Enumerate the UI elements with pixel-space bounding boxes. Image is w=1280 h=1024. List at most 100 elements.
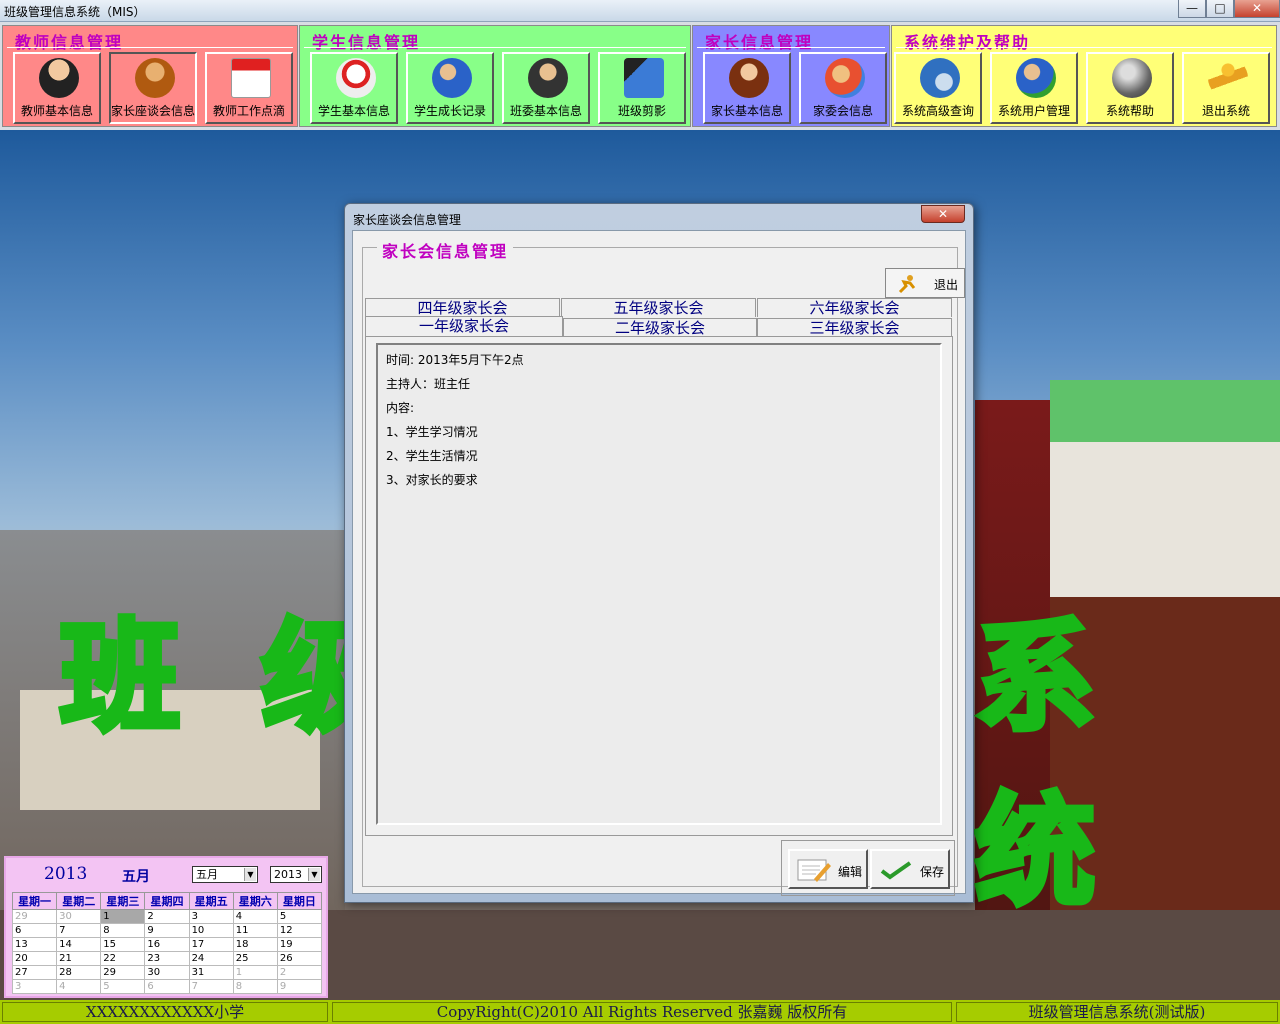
clapperboard-icon <box>624 58 664 98</box>
parent-meeting-button[interactable]: 家长座谈会信息 <box>109 52 197 124</box>
calendar-day[interactable]: 23 <box>144 951 190 966</box>
calendar-week: 20 21 22 23 24 25 26 <box>11 951 323 966</box>
calendar-day[interactable]: 29 <box>11 909 58 924</box>
calendar-day[interactable]: 15 <box>100 937 146 952</box>
teacher-notes-button[interactable]: 教师工作点滴 <box>205 52 293 124</box>
calendar-day[interactable]: 16 <box>144 937 190 952</box>
calendar-day[interactable]: 29 <box>100 965 146 980</box>
tab-grade4[interactable]: 四年级家长会 <box>365 298 560 317</box>
dialog-close-button[interactable]: ✕ <box>921 205 965 223</box>
calendar-day[interactable]: 3 <box>188 909 234 924</box>
exit-system-label: 退出系统 <box>1201 104 1250 118</box>
calendar-day[interactable]: 11 <box>232 923 278 938</box>
group-system-label: 系统维护及帮助 <box>904 33 1031 52</box>
status-copyright: CopyRight(C)2010 All Rights Reserved 张嘉巍… <box>332 1002 952 1022</box>
save-button[interactable]: 保存 <box>870 849 950 889</box>
teacher-info-button[interactable]: 教师基本信息 <box>13 52 101 124</box>
class-committee-button[interactable]: 班委基本信息 <box>502 52 590 124</box>
advanced-search-label: 系统高级查询 <box>901 104 974 118</box>
calendar-day[interactable]: 9 <box>144 923 190 938</box>
calendar-day[interactable]: 13 <box>11 937 58 952</box>
parent-meeting-dialog: 家长座谈会信息管理 ✕ 家长会信息管理 退出 四年级家长会 五年级家长会 六年级… <box>344 203 974 903</box>
advanced-search-button[interactable]: 系统高级查询 <box>894 52 982 124</box>
calendar-day[interactable]: 7 <box>56 923 102 938</box>
group-divider <box>7 47 293 48</box>
calendar-day[interactable]: 7 <box>188 979 234 994</box>
calendar-day[interactable]: 19 <box>276 937 323 952</box>
calendar-day[interactable]: 1 <box>100 909 146 924</box>
weekday-header: 星期六 <box>232 892 278 910</box>
calendar-day[interactable]: 9 <box>276 979 323 994</box>
calendar-day[interactable]: 3 <box>11 979 58 994</box>
calendar-day[interactable]: 6 <box>144 979 190 994</box>
calendar-day[interactable]: 8 <box>100 923 146 938</box>
calendar-day[interactable]: 2 <box>144 909 190 924</box>
parent-info-button[interactable]: 家长基本信息 <box>703 52 791 124</box>
calendar-day[interactable]: 5 <box>100 979 146 994</box>
content-line: 3、对家长的要求 <box>386 473 478 487</box>
tab-grade1[interactable]: 一年级家长会 <box>365 316 563 336</box>
help-button[interactable]: 系统帮助 <box>1086 52 1174 124</box>
group-system: 系统维护及帮助 系统高级查询 系统用户管理 系统帮助 退出系统 <box>891 25 1277 127</box>
chevron-down-icon[interactable]: ▼ <box>308 868 320 881</box>
student-info-button[interactable]: 学生基本信息 <box>310 52 398 124</box>
minimize-button[interactable]: — <box>1178 0 1206 18</box>
calendar-week: 27 28 29 30 31 1 2 <box>11 965 323 980</box>
calendar-day[interactable]: 26 <box>276 951 323 966</box>
calendar-day[interactable]: 1 <box>232 965 278 980</box>
calendar-day[interactable]: 27 <box>11 965 58 980</box>
tab-panel: 时间: 2013年5月下午2点 主持人：班主任 内容: 1、学生学习情况 2、学生生活情… <box>365 336 953 836</box>
class-photos-button[interactable]: 班级剪影 <box>598 52 686 124</box>
calendar-day[interactable]: 17 <box>188 937 234 952</box>
edit-button[interactable]: 编辑 <box>788 849 868 889</box>
parent-committee-button[interactable]: 家委会信息 <box>799 52 887 124</box>
user-management-button[interactable]: 系统用户管理 <box>990 52 1078 124</box>
parent-info-label: 家长基本信息 <box>710 104 783 118</box>
student-growth-button[interactable]: 学生成长记录 <box>406 52 494 124</box>
dialog-exit-button[interactable]: 退出 <box>885 268 965 298</box>
calendar-day[interactable]: 2 <box>276 965 323 980</box>
calendar-day[interactable]: 8 <box>232 979 278 994</box>
calendar-day[interactable]: 30 <box>56 909 102 924</box>
month-select[interactable]: 五月 ▼ <box>192 866 258 883</box>
group-divider <box>896 47 1272 48</box>
tab-grade2[interactable]: 二年级家长会 <box>563 318 757 337</box>
maximize-button[interactable]: □ <box>1206 0 1234 18</box>
calendar-year: 2013 <box>44 864 88 884</box>
close-window-button[interactable]: ✕ <box>1234 0 1280 18</box>
exit-system-button[interactable]: 退出系统 <box>1182 52 1270 124</box>
users-icon <box>432 58 472 98</box>
calendar-day[interactable]: 21 <box>56 951 102 966</box>
calendar-day[interactable]: 4 <box>56 979 102 994</box>
edit-label: 编辑 <box>838 865 863 879</box>
parent-meeting-label: 家长座谈会信息 <box>111 104 196 118</box>
meeting-content-textarea[interactable]: 时间: 2013年5月下午2点 主持人：班主任 内容: 1、学生学习情况 2、学生生活情… <box>376 343 942 825</box>
calendar-day[interactable]: 14 <box>56 937 102 952</box>
weekday-header: 星期一 <box>11 892 58 910</box>
calendar-day[interactable]: 31 <box>188 965 234 980</box>
calendar-day[interactable]: 5 <box>276 909 323 924</box>
calendar-day[interactable]: 20 <box>11 951 58 966</box>
banner-text-right: 系 统 <box>972 604 1115 925</box>
calendar-day[interactable]: 12 <box>276 923 323 938</box>
tab-grade6[interactable]: 六年级家长会 <box>757 298 952 317</box>
content-line: 2、学生生活情况 <box>386 449 478 463</box>
calendar-day[interactable]: 18 <box>232 937 278 952</box>
group-parent: 家长信息管理 家长基本信息 家委会信息 <box>692 25 890 127</box>
calendar-day[interactable]: 22 <box>100 951 146 966</box>
chevron-down-icon[interactable]: ▼ <box>244 868 256 881</box>
help-label: 系统帮助 <box>1105 104 1154 118</box>
tab-grade3[interactable]: 三年级家长会 <box>757 318 952 337</box>
statusbar: XXXXXXXXXXXX小学 CopyRight(C)2010 All Righ… <box>0 1000 1280 1024</box>
calendar-day[interactable]: 4 <box>232 909 278 924</box>
year-select[interactable]: 2013 ▼ <box>270 866 322 883</box>
calendar-day[interactable]: 30 <box>144 965 190 980</box>
calendar-day[interactable]: 6 <box>11 923 58 938</box>
calendar-day[interactable]: 10 <box>188 923 234 938</box>
calendar-day[interactable]: 24 <box>188 951 234 966</box>
weekday-header: 星期五 <box>188 892 234 910</box>
tab-grade5[interactable]: 五年级家长会 <box>561 298 756 317</box>
calendar-day[interactable]: 25 <box>232 951 278 966</box>
calendar-day[interactable]: 28 <box>56 965 102 980</box>
student-growth-label: 学生成长记录 <box>413 104 486 118</box>
